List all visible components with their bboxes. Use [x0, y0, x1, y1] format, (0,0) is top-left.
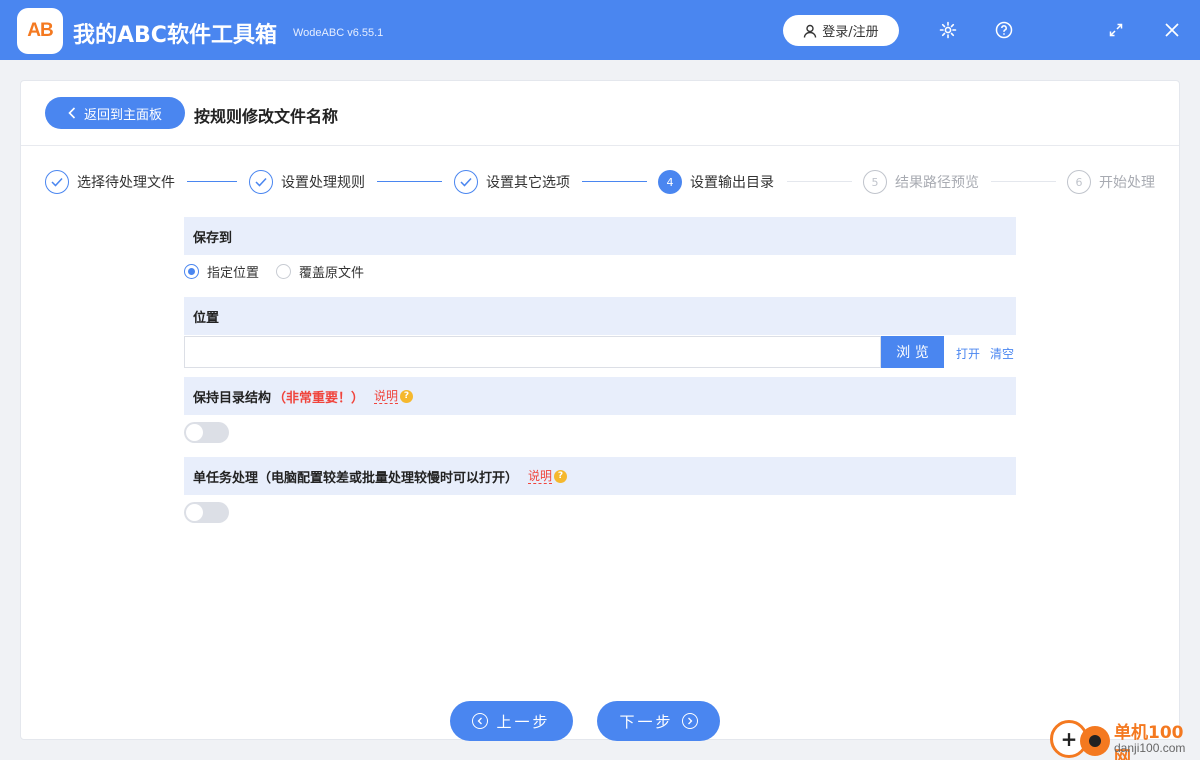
chevron-right-icon [681, 713, 698, 729]
app-version: WodeABC v6.55.1 [293, 27, 384, 39]
app-title: 我的ABC软件工具箱 [73, 23, 277, 48]
radio-label: 指定位置 [207, 266, 260, 281]
keep-structure-heading: 保持目录结构 （非常重要！） 说明 ? [184, 377, 1016, 415]
step-connector [991, 181, 1056, 182]
help-link[interactable]: 说明 [528, 469, 553, 484]
header-divider [21, 145, 1179, 146]
watermark: + 单机100网 danji100.com [1050, 716, 1200, 760]
step-label: 设置处理规则 [281, 175, 365, 191]
step-label: 开始处理 [1099, 175, 1155, 191]
step-output-dir: 4 设置输出目录 [658, 170, 774, 194]
keep-structure-toggle[interactable] [184, 422, 229, 443]
prev-step-button[interactable]: 上一步 [450, 701, 573, 741]
close-icon[interactable] [1159, 17, 1185, 43]
location-title: 位置 [193, 310, 220, 326]
watermark-url: danji100.com [1114, 741, 1186, 755]
watermark-logo-dot [1080, 726, 1110, 756]
open-link[interactable]: 打开 [956, 345, 980, 362]
step-set-rules: 设置处理规则 [249, 170, 365, 194]
check-icon [454, 170, 478, 194]
step-label: 结果路径预览 [895, 175, 979, 191]
help-icon[interactable] [991, 17, 1017, 43]
page-title: 按规则修改文件名称 [194, 107, 339, 126]
gear-icon[interactable] [935, 17, 961, 43]
chevron-left-icon [472, 713, 489, 729]
save-to-title: 保存到 [193, 230, 233, 246]
next-label: 下一步 [619, 712, 674, 731]
step-connector [187, 181, 237, 182]
radio-specified-location[interactable] [184, 264, 199, 279]
single-task-title: 单任务处理（电脑配置较差或批量处理较慢时可以打开） [193, 470, 519, 486]
check-icon [45, 170, 69, 194]
check-icon [249, 170, 273, 194]
radio-overwrite-original[interactable] [276, 264, 292, 279]
step-label: 选择待处理文件 [77, 175, 175, 191]
step-start-processing: 6 开始处理 [1067, 170, 1155, 194]
important-warning: （非常重要！） [273, 390, 365, 406]
save-to-heading: 保存到 [184, 217, 1016, 255]
step-label: 设置输出目录 [690, 175, 774, 191]
question-icon: ? [400, 389, 414, 403]
back-label: 返回到主面板 [83, 107, 162, 123]
step-other-options: 设置其它选项 [454, 170, 570, 194]
user-icon [804, 24, 817, 38]
step-number: 5 [863, 170, 887, 194]
save-to-options: 指定位置 覆盖原文件 [184, 262, 364, 281]
title-bar: AB 我的ABC软件工具箱 WodeABC v6.55.1 登录/注册 [0, 0, 1200, 60]
fullscreen-icon[interactable] [1103, 17, 1129, 43]
clear-link[interactable]: 清空 [990, 345, 1014, 362]
question-icon: ? [554, 469, 568, 483]
step-label: 设置其它选项 [486, 175, 570, 191]
login-label: 登录/注册 [822, 25, 879, 40]
browse-button[interactable]: 浏 览 [881, 336, 944, 368]
logo-text: AB [27, 20, 53, 41]
step-select-files: 选择待处理文件 [45, 170, 175, 194]
step-connector [787, 181, 852, 182]
step-preview-paths: 5 结果路径预览 [863, 170, 979, 194]
step-connector [582, 181, 647, 182]
login-register-button[interactable]: 登录/注册 [783, 15, 899, 46]
app-logo: AB [17, 8, 63, 54]
main-panel: 返回到主面板 按规则修改文件名称 选择待处理文件 设置处理规则 设置其它选项 4… [20, 80, 1180, 741]
step-number: 4 [658, 170, 682, 194]
next-step-button[interactable]: 下一步 [597, 701, 720, 741]
back-to-main-button[interactable]: 返回到主面板 [45, 97, 185, 129]
help-link[interactable]: 说明 [374, 389, 399, 404]
radio-label: 覆盖原文件 [299, 266, 365, 281]
step-connector [377, 181, 442, 182]
step-number: 6 [1067, 170, 1091, 194]
prev-label: 上一步 [496, 712, 551, 731]
single-task-toggle[interactable] [184, 502, 229, 523]
chevron-left-icon [68, 107, 76, 119]
location-heading: 位置 [184, 297, 1016, 335]
location-path-input[interactable] [184, 336, 881, 368]
keep-structure-title: 保持目录结构 [193, 390, 272, 406]
single-task-heading: 单任务处理（电脑配置较差或批量处理较慢时可以打开） 说明 ? [184, 457, 1016, 495]
